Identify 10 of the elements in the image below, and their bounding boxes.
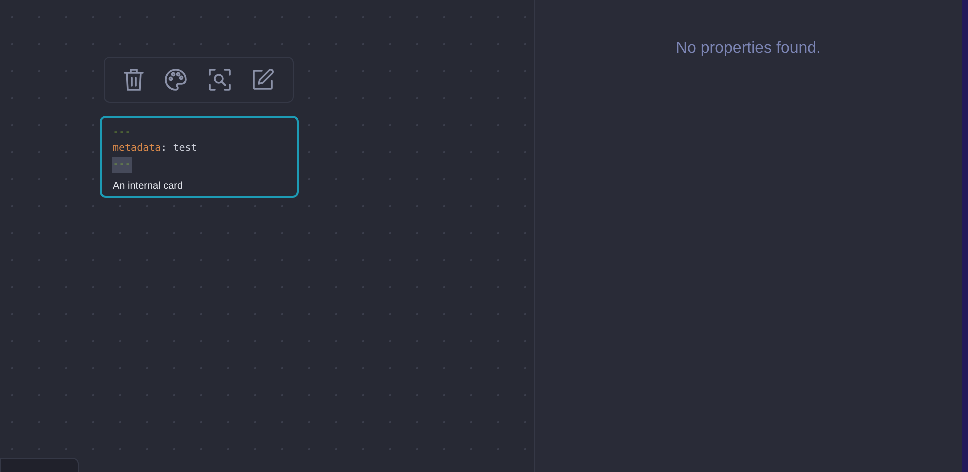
card-text: An internal card — [113, 181, 184, 193]
frontmatter-property: metadata: test — [113, 142, 198, 156]
zoom-to-fit-icon — [208, 68, 232, 92]
trash-icon — [122, 68, 145, 92]
note-card[interactable]: --- metadata: test --- An internal card — [100, 116, 299, 198]
frontmatter-delimiter: --- — [113, 126, 132, 140]
palette-icon — [164, 68, 188, 92]
frontmatter-delimiter: --- — [112, 157, 132, 173]
edit-icon — [251, 68, 276, 92]
empty-message: No properties found. — [676, 39, 821, 57]
